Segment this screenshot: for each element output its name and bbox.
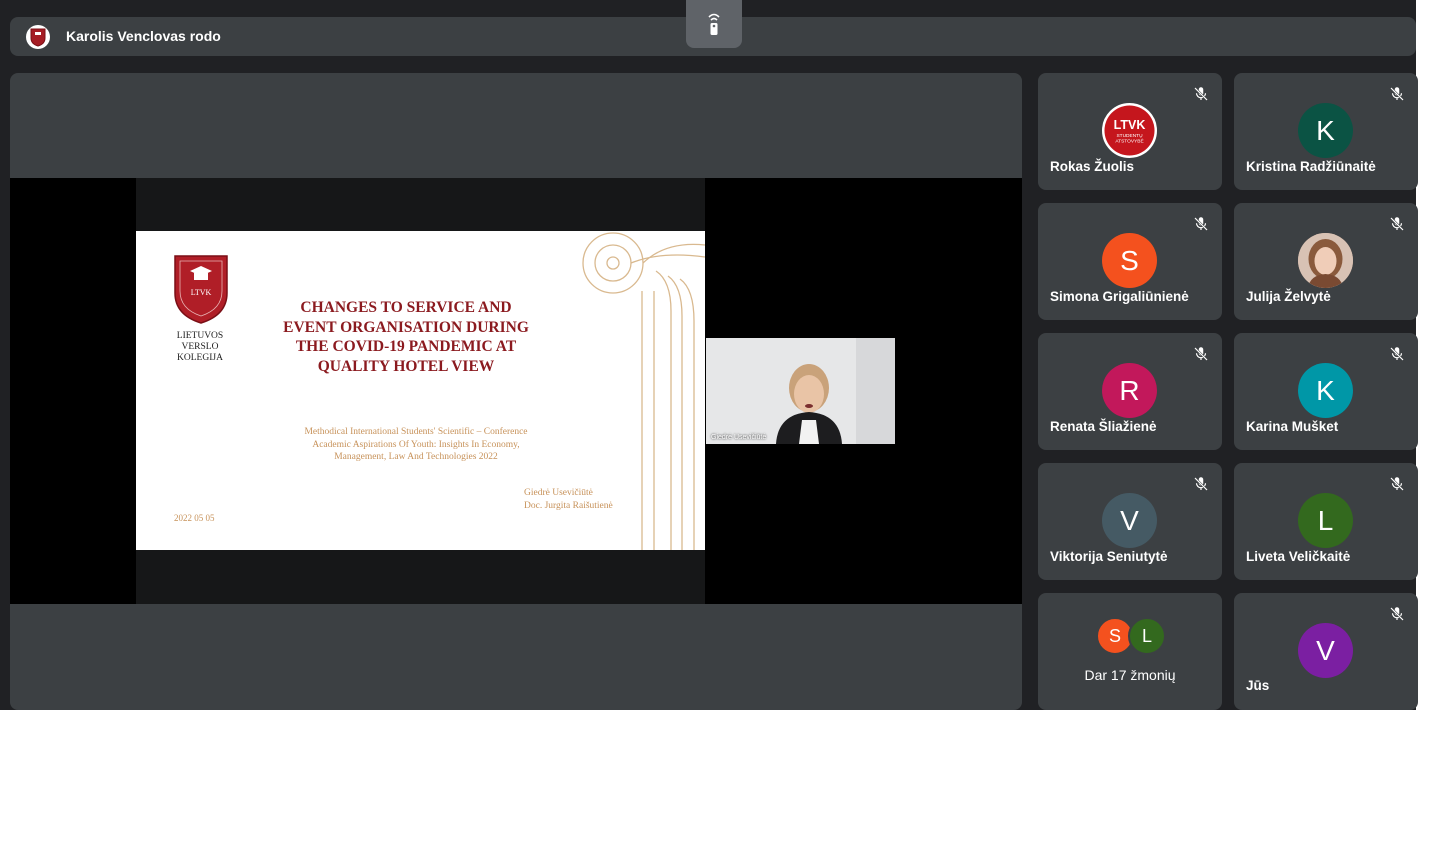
presentation-slide: LTVK LIETUVOS VERSLO KOLEGIJA CHANGES TO… <box>136 231 705 550</box>
meeting-window: Karolis Venclovas rodo LTVK LIETUVOS VER… <box>0 0 1418 710</box>
svg-text:LTVK: LTVK <box>1114 118 1146 132</box>
participant-name: Liveta Veličkaitė <box>1246 549 1351 564</box>
presenter-camera-video: Giedrė Usevičiūtė <box>706 338 895 444</box>
participant-name: Kristina Radžiūnaitė <box>1246 159 1376 174</box>
remote-control-button[interactable] <box>686 0 742 48</box>
slide-logo-text: LTVK <box>191 288 212 297</box>
participant-name: Viktorija Seniutytė <box>1050 549 1168 564</box>
mic-off-icon <box>1194 87 1208 101</box>
participant-avatar: K <box>1298 363 1353 418</box>
participant-tile[interactable]: V Viktorija Seniutytė <box>1038 463 1222 580</box>
mic-off-icon <box>1390 477 1404 491</box>
more-participants-label: Dar 17 žmonių <box>1084 667 1176 683</box>
person-video-image <box>706 338 895 444</box>
participant-name: Karina Mušket <box>1246 419 1339 434</box>
svg-text:STUDENTŲ: STUDENTŲ <box>1116 133 1143 139</box>
mic-off-icon <box>1390 217 1404 231</box>
screen-share-stage[interactable]: LTVK LIETUVOS VERSLO KOLEGIJA CHANGES TO… <box>10 73 1022 710</box>
participant-avatar: V <box>1102 493 1157 548</box>
self-avatar: V <box>1298 623 1353 678</box>
participant-avatar: S <box>1102 233 1157 288</box>
self-tile[interactable]: V Jūs <box>1234 593 1418 710</box>
participant-tile[interactable]: S Simona Grigaliūnienė <box>1038 203 1222 320</box>
slide-college-name: LIETUVOS VERSLO KOLEGIJA <box>176 331 224 363</box>
participant-name: Simona Grigaliūnienė <box>1050 289 1189 304</box>
participant-avatar: K <box>1298 103 1353 158</box>
participant-name: Renata Šliažienė <box>1050 419 1157 434</box>
mic-off-icon <box>1390 347 1404 361</box>
slide-conference-text: Methodical International Students' Scien… <box>304 427 528 462</box>
remote-control-icon <box>708 13 720 35</box>
self-name: Jūs <box>1246 678 1270 693</box>
slide-date: 2022 05 05 <box>174 513 215 523</box>
participant-avatar: L <box>1298 493 1353 548</box>
slide-title: CHANGES TO SERVICE AND EVENT ORGANISATIO… <box>283 299 529 375</box>
participant-tile[interactable]: R Renata Šliažienė <box>1038 333 1222 450</box>
mic-off-icon <box>1194 217 1208 231</box>
participant-avatar: LTVK STUDENTŲ ATSTOVYBĖ <box>1102 103 1157 158</box>
participant-name: Rokas Žuolis <box>1050 159 1135 174</box>
ltvk-logo-icon: LTVK STUDENTŲ ATSTOVYBĖ <box>1104 105 1155 156</box>
participant-photo <box>1298 233 1353 288</box>
college-shield-icon <box>30 28 46 47</box>
participant-avatar: R <box>1102 363 1157 418</box>
profile-photo-image <box>1298 233 1353 288</box>
ionic-column-decoration <box>582 232 705 550</box>
svg-text:ATSTOVYBĖ: ATSTOVYBĖ <box>1115 138 1143 145</box>
mic-off-icon <box>1194 477 1208 491</box>
presenter-avatar <box>26 25 50 49</box>
participant-tile[interactable]: K Kristina Radžiūnaitė <box>1234 73 1418 190</box>
mic-off-icon <box>1194 347 1208 361</box>
more-participants-avatars: S L <box>1096 617 1176 657</box>
mic-off-icon <box>1390 607 1404 621</box>
mini-avatar: L <box>1128 617 1166 655</box>
participant-tile[interactable]: Julija Želvytė <box>1234 203 1418 320</box>
presenter-label: Karolis Venclovas rodo <box>66 28 221 44</box>
participant-tile[interactable]: K Karina Mušket <box>1234 333 1418 450</box>
mic-off-icon <box>1390 87 1404 101</box>
camera-name-label: Giedrė Usevičiūtė <box>711 434 767 441</box>
participant-name: Julija Želvytė <box>1246 289 1331 304</box>
more-participants-tile[interactable]: S L Dar 17 žmonių <box>1038 593 1222 710</box>
participant-tile[interactable]: LTVK STUDENTŲ ATSTOVYBĖ Rokas Žuolis <box>1038 73 1222 190</box>
participant-tile[interactable]: L Liveta Veličkaitė <box>1234 463 1418 580</box>
college-shield-icon: LTVK <box>174 255 228 324</box>
